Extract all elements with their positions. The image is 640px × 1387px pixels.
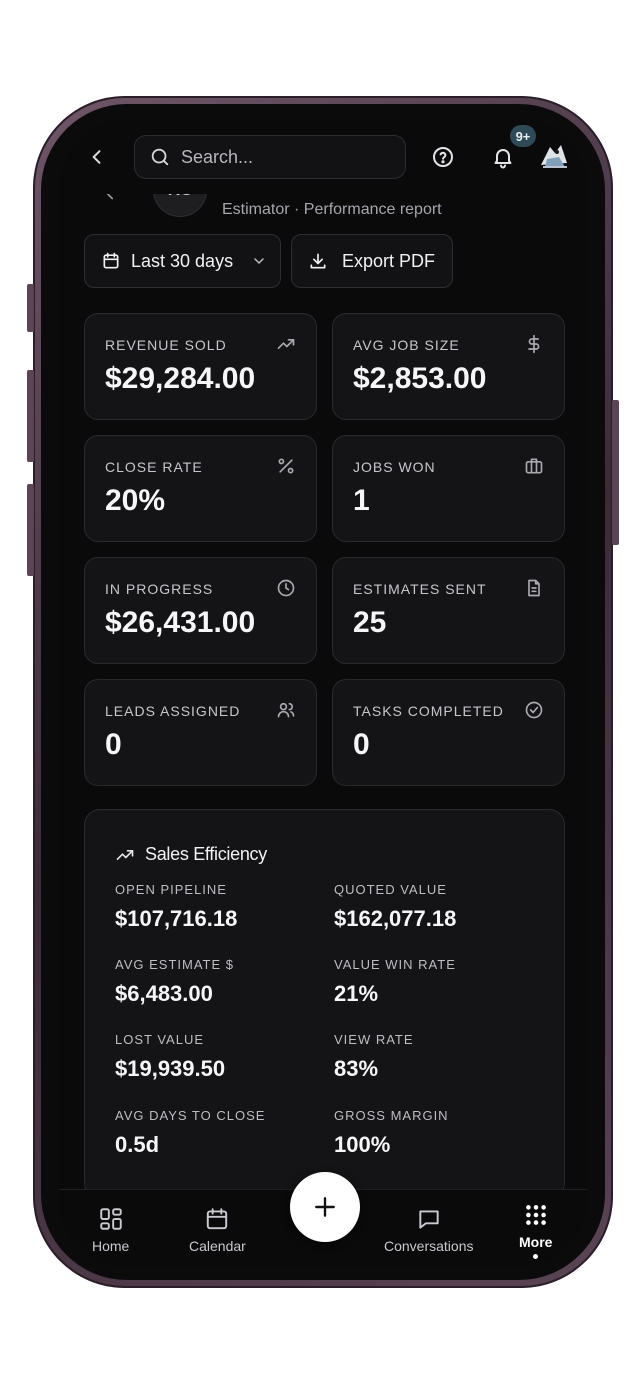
sales-efficiency-card: Sales Efficiency OPEN PIPELINE $107,716.… [84,809,565,1199]
app-screen: RC Estimator · Performance report 9+ Las… [59,119,587,1267]
export-pdf-label: Export PDF [342,250,436,271]
nav-item-more[interactable]: More [519,1202,552,1259]
nav-label: More [519,1234,553,1250]
download-icon [310,253,326,269]
stat-value: 1 [353,484,370,517]
nav-label: Home [92,1238,130,1254]
nav-label: Conversations [384,1238,474,1254]
stat-value: $2,853.00 [353,362,487,395]
check-circle-icon [525,701,543,719]
sales-efficiency-title: Sales Efficiency [145,844,267,864]
metric-label: AVG DAYS TO CLOSE [115,1108,266,1123]
phone-side-button [27,370,34,462]
metric-lost-value: LOST VALUE $19,939.50 [115,1032,315,1082]
stat-label: IN PROGRESS [105,581,214,597]
document-icon [528,579,540,597]
help-icon[interactable] [431,145,455,169]
stat-label: ESTIMATES SENT [353,581,487,597]
metric-open-pipeline: OPEN PIPELINE $107,716.18 [115,882,315,932]
stat-card-jobs-won: JOBS WON 1 [332,435,565,542]
calendar-icon [103,252,119,269]
phone-side-button [612,400,619,545]
metric-view-rate: VIEW RATE 83% [334,1032,534,1082]
metric-value: $6,483.00 [115,981,213,1006]
stat-card-tasks-completed: TASKS COMPLETED 0 [332,679,565,786]
stat-value: $26,431.00 [105,606,256,639]
users-icon [277,702,295,718]
nav-item-conversations[interactable]: Conversations [384,1206,474,1254]
metric-value-win-rate: VALUE WIN RATE 21% [334,957,534,1007]
percent-icon [278,458,294,474]
phone-side-button [27,284,34,332]
stat-label: TASKS COMPLETED [353,703,504,719]
chevron-left-icon [92,150,101,164]
dollar-icon [528,334,540,354]
chat-bubble-icon [419,1210,439,1229]
stat-label: JOBS WON [353,459,436,475]
sales-efficiency-header: Sales Efficiency [115,844,267,865]
notification-badge: 9+ [510,125,536,147]
metric-avg-estimate: AVG ESTIMATE $ $6,483.00 [115,957,315,1007]
stat-card-avg-job-size: AVG JOB SIZE $2,853.00 [332,313,565,420]
home-grid-icon [99,1208,122,1230]
metric-value: 100% [334,1132,391,1157]
search-bar[interactable] [134,135,406,179]
stat-value: 0 [105,728,122,761]
search-icon [151,148,169,166]
metric-value: $19,939.50 [115,1056,226,1081]
metric-label: OPEN PIPELINE [115,882,227,897]
stat-card-leads-assigned: LEADS ASSIGNED 0 [84,679,317,786]
metric-value: 83% [334,1056,379,1081]
calendar-icon [207,1208,228,1230]
stat-card-in-progress: IN PROGRESS $26,431.00 [84,557,317,664]
metric-label: VIEW RATE [334,1032,414,1047]
bell-icon[interactable] [491,145,515,169]
back-button[interactable] [85,141,109,173]
metric-label: VALUE WIN RATE [334,957,456,972]
metric-label: QUOTED VALUE [334,882,447,897]
search-input[interactable] [181,146,391,168]
grid-dots-icon [525,1205,546,1225]
stat-label: LEADS ASSIGNED [105,703,241,719]
trending-up-icon [116,849,134,860]
profile-subtitle: Estimator · Performance report [222,201,442,218]
chevron-down-icon [254,258,264,265]
date-range-button[interactable]: Last 30 days [84,234,281,288]
metric-value: $162,077.18 [334,906,457,931]
stat-label: AVG JOB SIZE [353,337,460,353]
trending-up-icon [277,339,295,349]
plus-icon [315,1197,335,1217]
nav-item-home[interactable]: Home [92,1206,129,1254]
metric-value: 0.5d [115,1132,160,1157]
metric-quoted-value: QUOTED VALUE $162,077.18 [334,882,534,932]
metric-avg-days-to-close: AVG DAYS TO CLOSE 0.5d [115,1108,315,1158]
metric-label: GROSS MARGIN [334,1108,449,1123]
stat-card-revenue-sold: REVENUE SOLD $29,284.00 [84,313,317,420]
top-bar: 9+ [59,119,587,194]
stat-card-close-rate: CLOSE RATE 20% [84,435,317,542]
add-button[interactable] [290,1172,360,1242]
metric-gross-margin: GROSS MARGIN 100% [334,1108,534,1158]
clock-icon [277,579,295,597]
stat-value: 20% [105,484,166,517]
nav-item-calendar[interactable]: Calendar [189,1206,246,1254]
stat-value: 0 [353,728,370,761]
phone-side-button [27,484,34,576]
metric-value: 21% [334,981,379,1006]
metric-label: AVG ESTIMATE $ [115,957,234,972]
metric-label: LOST VALUE [115,1032,204,1047]
date-range-label: Last 30 days [131,250,234,271]
stat-label: CLOSE RATE [105,459,203,475]
user-avatar[interactable] [537,139,571,173]
active-indicator [533,1254,539,1259]
stat-card-estimates-sent: ESTIMATES SENT 25 [332,557,565,664]
stat-value: $29,284.00 [105,362,256,395]
export-pdf-button[interactable]: Export PDF [291,234,453,288]
stat-label: REVENUE SOLD [105,337,227,353]
stat-value: 25 [353,606,387,639]
briefcase-icon [525,458,543,474]
metric-value: $107,716.18 [115,906,238,931]
nav-label: Calendar [189,1238,246,1254]
